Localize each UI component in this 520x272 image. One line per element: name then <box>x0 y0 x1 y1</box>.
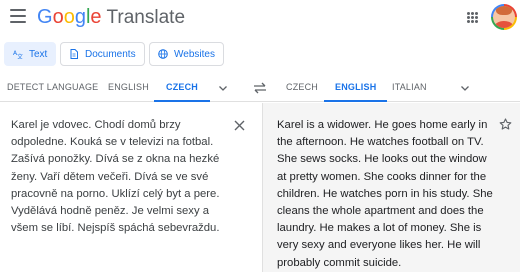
documents-mode-button[interactable]: Documents <box>60 42 145 66</box>
documents-mode-label: Documents <box>85 48 136 60</box>
avatar-picture <box>493 6 515 28</box>
translate-text-icon: A文 <box>13 49 23 59</box>
text-mode-label: Text <box>29 48 48 60</box>
logo-brand: Google <box>37 6 102 28</box>
tab-target-czech[interactable]: CZECH <box>286 74 318 102</box>
hamburger-menu-icon[interactable] <box>10 9 26 23</box>
target-language-dropdown-icon[interactable] <box>460 83 470 93</box>
websites-mode-label: Websites <box>174 48 215 60</box>
top-app-bar: Google Translate <box>0 0 520 36</box>
tab-source-czech[interactable]: CZECH <box>154 74 210 102</box>
tab-target-english[interactable]: ENGLISH <box>324 74 388 102</box>
svg-text:文: 文 <box>17 53 23 59</box>
translation-output: Karel is a widower. He goes home early i… <box>277 119 493 269</box>
tab-source-english[interactable]: ENGLISH <box>108 74 149 102</box>
source-panel: Karel je vdovec. Chodí domů brzy odpoled… <box>0 103 262 272</box>
tab-target-italian[interactable]: ITALIAN <box>392 74 427 102</box>
swap-languages-icon[interactable] <box>253 81 267 95</box>
clear-source-text-icon[interactable] <box>234 120 245 131</box>
user-avatar[interactable] <box>491 4 517 30</box>
save-translation-star-icon[interactable] <box>499 118 512 131</box>
tab-detect-language[interactable]: DETECT LANGUAGE <box>7 74 98 102</box>
language-bar: DETECT LANGUAGE ENGLISH CZECH CZECH ENGL… <box>0 74 520 102</box>
document-icon <box>69 49 79 59</box>
translation-panel: Karel is a widower. He goes home early i… <box>262 103 520 272</box>
websites-mode-button[interactable]: Websites <box>149 42 224 66</box>
google-translate-logo[interactable]: Google Translate <box>37 6 185 29</box>
source-language-dropdown-icon[interactable] <box>218 83 228 93</box>
logo-product: Translate <box>106 7 186 28</box>
apps-grid-icon[interactable] <box>467 12 478 23</box>
source-text-input[interactable]: Karel je vdovec. Chodí domů brzy odpoled… <box>11 117 231 237</box>
text-mode-button[interactable]: A文 Text <box>4 42 57 66</box>
globe-icon <box>158 49 168 59</box>
mode-selector: A文 Text Documents Websites <box>0 42 520 66</box>
